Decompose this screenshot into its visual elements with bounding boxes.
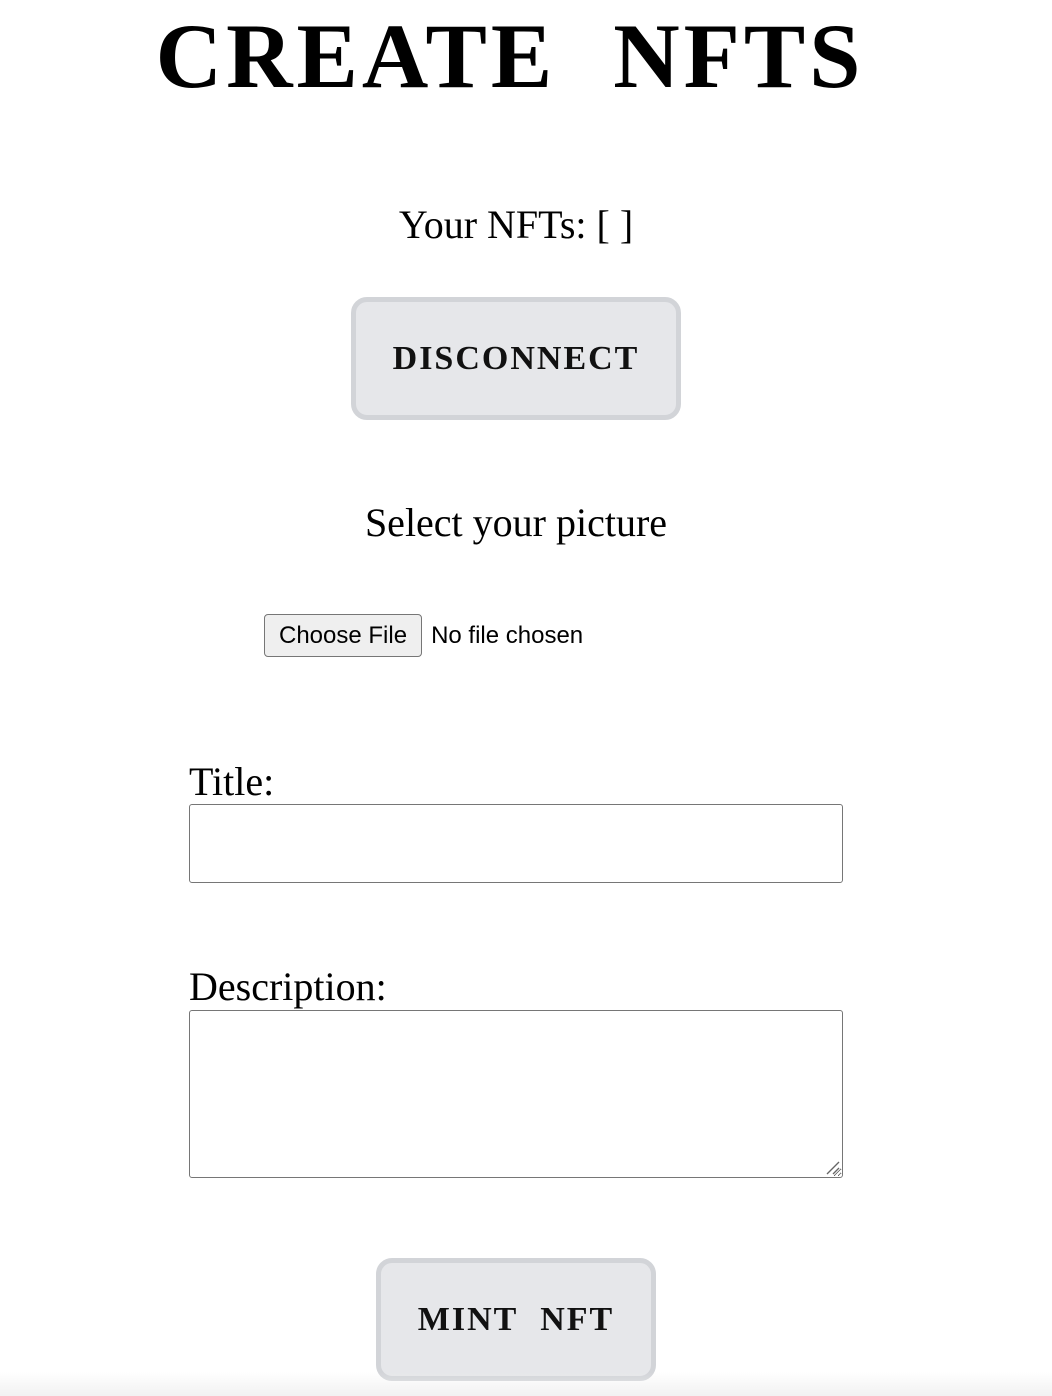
mint-nft-button[interactable]: MINT NFT: [376, 1258, 656, 1381]
description-textarea[interactable]: [189, 1010, 843, 1178]
choose-file-button[interactable]: Choose File: [264, 614, 423, 657]
select-picture-label: Select your picture: [364, 500, 668, 545]
bottom-edge-shadow: [0, 1372, 1052, 1396]
page-title: CREATE NFTS: [155, 5, 865, 107]
file-picker[interactable]: Choose File No file chosen: [264, 614, 583, 657]
textarea-resize-icon[interactable]: [824, 1159, 840, 1175]
title-label: Title:: [189, 759, 275, 804]
disconnect-button[interactable]: DISCONNECT: [351, 297, 681, 420]
title-input[interactable]: [189, 804, 843, 883]
file-status-text: No file chosen: [431, 621, 584, 649]
description-label: Description:: [189, 964, 387, 1009]
nft-count-text: Your NFTs: [ ]: [398, 202, 634, 247]
